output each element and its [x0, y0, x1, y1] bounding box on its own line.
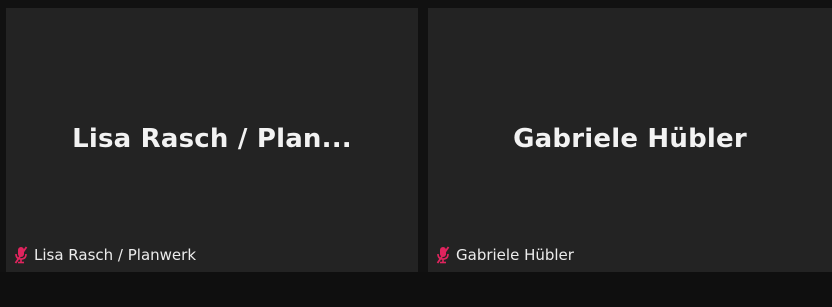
participant-footer: Gabriele Hübler — [436, 244, 574, 266]
participant-tile-lisa-rasch[interactable]: Lisa Rasch / Plan... Lisa Rasch / Planwe… — [6, 8, 418, 272]
participant-display-name: Gabriele Hübler — [513, 124, 747, 154]
participant-name-label: Gabriele Hübler — [456, 246, 574, 264]
participant-footer: Lisa Rasch / Planwerk — [14, 244, 196, 266]
mic-muted-icon — [436, 246, 450, 264]
mic-muted-icon — [14, 246, 28, 264]
participant-display-name: Lisa Rasch / Plan... — [72, 124, 352, 154]
participant-name-label: Lisa Rasch / Planwerk — [34, 246, 197, 264]
video-gallery: Lisa Rasch / Plan... Lisa Rasch / Planwe… — [0, 0, 832, 307]
participant-tile-gabriele-huebler[interactable]: Gabriele Hübler Gabriele Hübler — [428, 8, 832, 272]
bottom-strip — [0, 272, 832, 307]
